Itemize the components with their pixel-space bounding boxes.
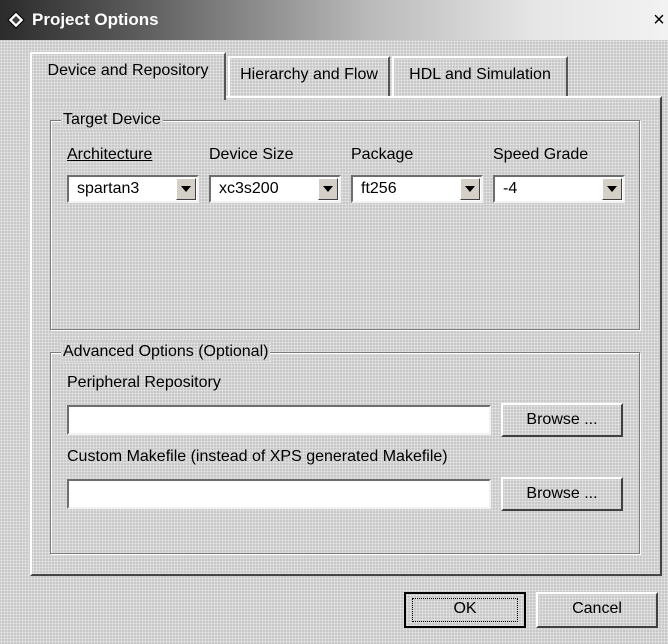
package-label-text: Package [351,146,414,163]
diamond-icon [7,11,25,29]
tab-device-and-repository[interactable]: Device and Repository [30,52,226,100]
peripheral-repository-browse-button[interactable]: Browse ... [501,403,623,437]
browse-label: Browse ... [526,485,598,502]
architecture-value: spartan3 [77,180,140,197]
title-bar[interactable]: Project Options × [0,0,668,40]
browse-label: Browse ... [526,411,598,428]
package-label: Package [351,145,413,165]
speed-grade-label-text: Speed Grade [493,146,589,163]
custom-makefile-input[interactable] [67,479,491,509]
device-size-select[interactable]: xc3s200 [209,175,341,203]
tab-hdl-and-simulation[interactable]: HDL and Simulation [392,56,568,98]
advanced-options-title: Advanced Options (Optional) [61,342,271,362]
focus-rectangle [412,598,518,622]
chevron-down-icon[interactable] [176,178,196,200]
device-size-value: xc3s200 [219,180,279,197]
advanced-options-group: Advanced Options (Optional) Peripheral R… [50,342,640,554]
device-size-label: Device Size [209,145,293,165]
target-device-title: Target Device [61,110,163,130]
speed-grade-label: Speed Grade [493,145,588,165]
project-options-dialog: Project Options × Device and Repository … [0,0,668,644]
chevron-down-icon[interactable] [318,178,338,200]
custom-makefile-label: Custom Makefile (instead of XPS generate… [67,448,448,465]
architecture-select[interactable]: spartan3 [67,175,199,203]
tab-label: Hierarchy and Flow [240,66,378,83]
peripheral-repository-input[interactable] [67,405,491,435]
speed-grade-select[interactable]: -4 [493,175,625,203]
architecture-label-text: Architecture [67,146,153,163]
chevron-down-icon[interactable] [602,178,622,200]
speed-grade-value: -4 [503,180,518,197]
tab-label: HDL and Simulation [409,66,551,83]
tab-panel-device-and-repository: Target Device Architecture spartan3 Devi… [30,96,662,576]
target-device-group: Target Device Architecture spartan3 Devi… [50,110,640,330]
tab-hierarchy-and-flow[interactable]: Hierarchy and Flow [228,56,390,98]
chevron-down-icon[interactable] [460,178,480,200]
architecture-label: Architecture [67,145,152,165]
tab-label: Device and Repository [47,62,209,79]
window-title: Project Options [32,10,159,29]
cancel-button[interactable]: Cancel [536,592,658,628]
custom-makefile-browse-button[interactable]: Browse ... [501,477,623,511]
ok-button[interactable]: OK [404,592,526,628]
cancel-label: Cancel [572,600,622,617]
peripheral-repository-label: Peripheral Repository [67,374,221,391]
package-select[interactable]: ft256 [351,175,483,203]
package-value: ft256 [361,180,397,197]
device-size-label-text: Device Size [209,146,294,163]
close-icon[interactable]: × [650,10,668,32]
